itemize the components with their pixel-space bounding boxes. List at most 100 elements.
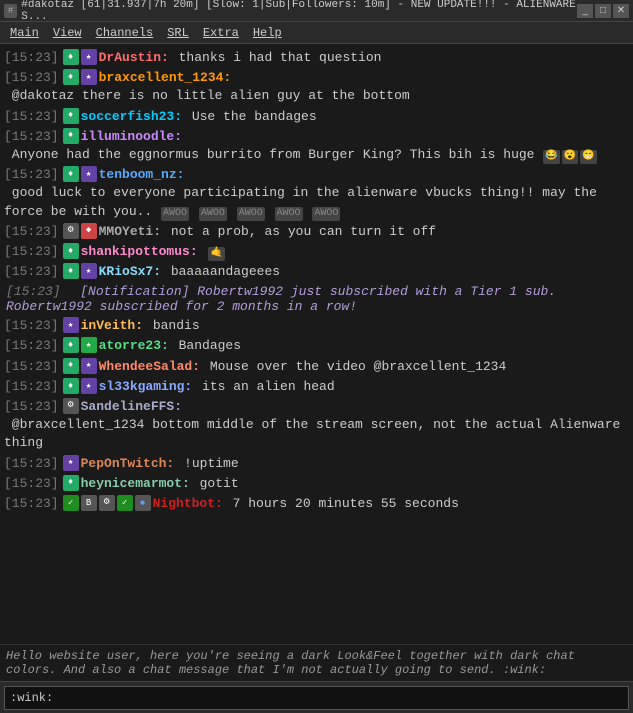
check2-badge: ✓ [117, 495, 133, 511]
chat-area: [15:23] ♦ ★ DrAustin: thanks i had that … [0, 44, 633, 644]
notification-line: [15:23] [Notification] Robertw1992 just … [2, 282, 631, 316]
username: SandelineFFS: [81, 398, 182, 416]
bits-badge: ◈ [135, 495, 151, 511]
chat-message: 7 hours 20 minutes 55 seconds [225, 495, 459, 513]
username: PepOnTwitch: [81, 455, 175, 473]
maximize-button[interactable]: □ [595, 4, 611, 18]
username: Nightbot: [153, 495, 223, 513]
timestamp: [15:23] [4, 263, 59, 281]
chat-message: not a prob, as you can turn it off [163, 223, 436, 241]
timestamp: [15:23] [4, 358, 59, 376]
username: atorre23: [99, 337, 169, 355]
emote: AWOO [199, 207, 227, 221]
chat-message: Bandages [171, 337, 241, 355]
username: inVeith: [81, 317, 143, 335]
emote: 😁 [580, 150, 596, 164]
moderator-badge: ♦ [63, 378, 79, 394]
menubar: Main View Channels SRL Extra Help [0, 22, 633, 44]
chat-message: Use the bandages [184, 108, 317, 126]
list-item: [15:23] ♦ ★ DrAustin: thanks i had that … [2, 48, 631, 68]
badge-list: ♦ ★ [63, 49, 97, 65]
chat-message: @braxcellent_1234 bottom middle of the s… [4, 416, 629, 452]
subscriber-badge: ★ [63, 317, 79, 333]
gear-badge: ⚙ [99, 495, 115, 511]
username: illuminoodle: [81, 128, 182, 146]
chat-message: Mouse over the video @braxcellent_1234 [202, 358, 506, 376]
badge-list: ♦ [63, 475, 79, 491]
chat-message: @dakotaz there is no little alien guy at… [4, 87, 410, 105]
diamond-badge: ◆ [81, 223, 97, 239]
timestamp: [15:23] [4, 69, 59, 87]
chat-message: !uptime [176, 455, 238, 473]
badge-list: ♦ [63, 108, 79, 124]
menu-view[interactable]: View [47, 25, 88, 41]
moderator-badge: ♦ [63, 166, 79, 182]
moderator-badge: ♦ [63, 263, 79, 279]
badge-list: ♦ ★ [63, 166, 97, 182]
moderator-badge: ♦ [63, 337, 79, 353]
window-title: #dakotaz [61|31.937|7h 20m] [Slow: 1|Sub… [21, 0, 577, 23]
username: shankipottomus: [81, 243, 198, 261]
subscriber-badge: ★ [81, 358, 97, 374]
subscriber-badge: ★ [81, 337, 97, 353]
gear-badge: ⚙ [63, 398, 79, 414]
badge-list: ★ [63, 317, 79, 333]
menu-srl[interactable]: SRL [161, 25, 195, 41]
list-item: [15:23] ♦ ★ atorre23: Bandages [2, 336, 631, 356]
emote: AWOO [161, 207, 189, 221]
chat-message: thanks i had that question [171, 49, 382, 67]
badge-list: ♦ ★ [63, 378, 97, 394]
titlebar-controls: _ □ ✕ [577, 4, 629, 18]
subscriber-badge: ★ [81, 69, 97, 85]
timestamp: [15:23] [4, 166, 59, 184]
notification-message: [Notification] Robertw1992 just subscrib… [6, 284, 556, 314]
subscriber-badge: ★ [81, 378, 97, 394]
chat-input[interactable] [4, 686, 629, 710]
timestamp: [15:23] [4, 223, 59, 241]
badge-list: ♦ ★ [63, 358, 97, 374]
emote: 😮 [562, 150, 578, 164]
menu-help[interactable]: Help [247, 25, 288, 41]
username: DrAustin: [99, 49, 169, 67]
username: soccerfish23: [81, 108, 182, 126]
bottom-message: Hello website user, here you're seeing a… [6, 649, 575, 677]
list-item: [15:23] ♦ shankipottomus: 🤙 [2, 242, 631, 262]
badge-list: ⚙ [63, 398, 79, 414]
list-item: [15:23] ♦ soccerfish23: Use the bandages [2, 107, 631, 127]
menu-channels[interactable]: Channels [90, 25, 160, 41]
moderator-badge: ♦ [63, 49, 79, 65]
gear-badge: ⚙ [63, 223, 79, 239]
timestamp: [15:23] [4, 128, 59, 146]
timestamp: [15:23] [4, 243, 59, 261]
list-item: [15:23] ♦ ★ KRioSx7: baaaaandageees [2, 262, 631, 282]
username: KRioSx7: [99, 263, 161, 281]
timestamp: [15:23] [4, 317, 59, 335]
moderator-badge: ♦ [63, 128, 79, 144]
moderator-badge: ♦ [63, 69, 79, 85]
moderator-badge: ♦ [63, 108, 79, 124]
titlebar: # #dakotaz [61|31.937|7h 20m] [Slow: 1|S… [0, 0, 633, 22]
list-item: [15:23] ♦ ★ sl33kgaming: its an alien he… [2, 377, 631, 397]
username: sl33kgaming: [99, 378, 193, 396]
timestamp: [15:23] [4, 337, 59, 355]
timestamp: [15:23] [4, 49, 59, 67]
emote: AWOO [275, 207, 303, 221]
menu-extra[interactable]: Extra [197, 25, 245, 41]
badge-list: ♦ ★ [63, 263, 97, 279]
minimize-button[interactable]: _ [577, 4, 593, 18]
menu-main[interactable]: Main [4, 25, 45, 41]
timestamp: [15:23] [4, 378, 59, 396]
subscriber-badge: ★ [81, 166, 97, 182]
bottom-notification: Hello website user, here you're seeing a… [0, 644, 633, 681]
timestamp: [15:23] [4, 455, 59, 473]
close-button[interactable]: ✕ [613, 4, 629, 18]
badge-list: ♦ [63, 128, 79, 144]
username: heynicemarmot: [81, 475, 190, 493]
titlebar-left: # #dakotaz [61|31.937|7h 20m] [Slow: 1|S… [4, 0, 577, 23]
timestamp: [15:23] [6, 284, 61, 299]
timestamp: [15:23] [4, 495, 59, 513]
chat-message: gotit [192, 475, 239, 493]
timestamp: [15:23] [4, 475, 59, 493]
username: braxcellent_1234: [99, 69, 232, 87]
list-item: [15:23] ★ PepOnTwitch: !uptime [2, 454, 631, 474]
